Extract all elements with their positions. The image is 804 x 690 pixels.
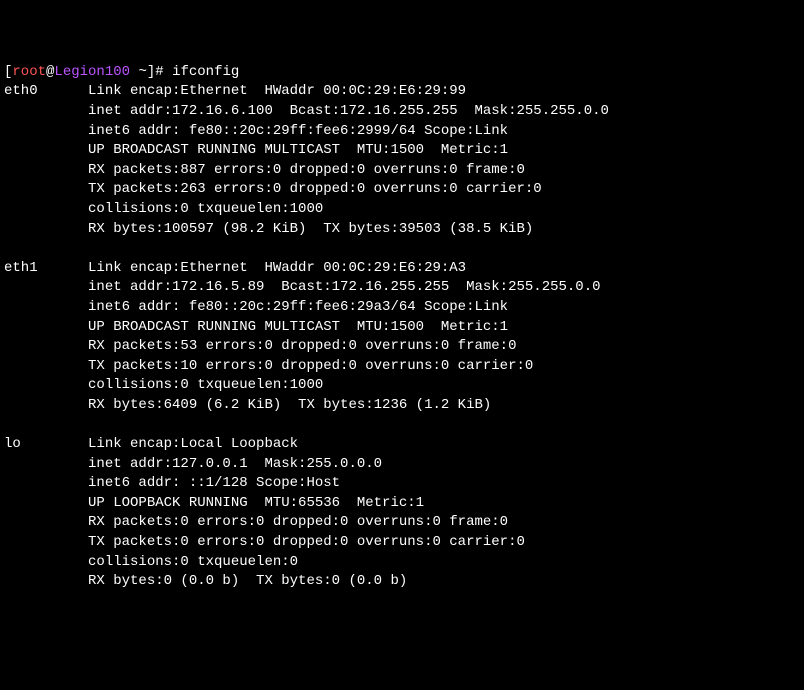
- prompt-user: root: [12, 64, 46, 80]
- shell-prompt[interactable]: [root@Legion100 ~]# ifconfig: [4, 64, 239, 80]
- prompt-hash: #: [155, 64, 172, 80]
- command-text: ifconfig: [172, 64, 239, 80]
- prompt-host: Legion100: [54, 64, 130, 80]
- terminal-output: [root@Legion100 ~]# ifconfig eth0 Link e…: [4, 63, 800, 592]
- prompt-path: ~: [130, 64, 147, 80]
- ifconfig-output: eth0 Link encap:Ethernet HWaddr 00:0C:29…: [4, 82, 800, 591]
- prompt-close-bracket: ]: [147, 64, 155, 80]
